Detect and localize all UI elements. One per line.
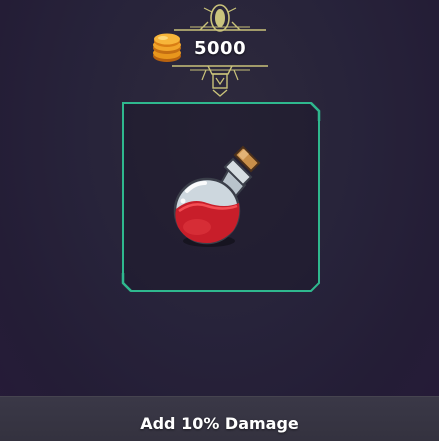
- gold-coins-icon: [153, 33, 181, 62]
- shop-screen: 5000 Add 10% Damage: [0, 0, 439, 441]
- item-slot[interactable]: [121, 101, 321, 293]
- health-potion-icon: [173, 145, 261, 247]
- item-cost: 5000: [150, 32, 246, 64]
- item-effect-text: Add 10% Damage: [140, 413, 299, 433]
- item-description-bar: Add 10% Damage: [0, 396, 439, 441]
- cost-amount: 5000: [194, 37, 247, 59]
